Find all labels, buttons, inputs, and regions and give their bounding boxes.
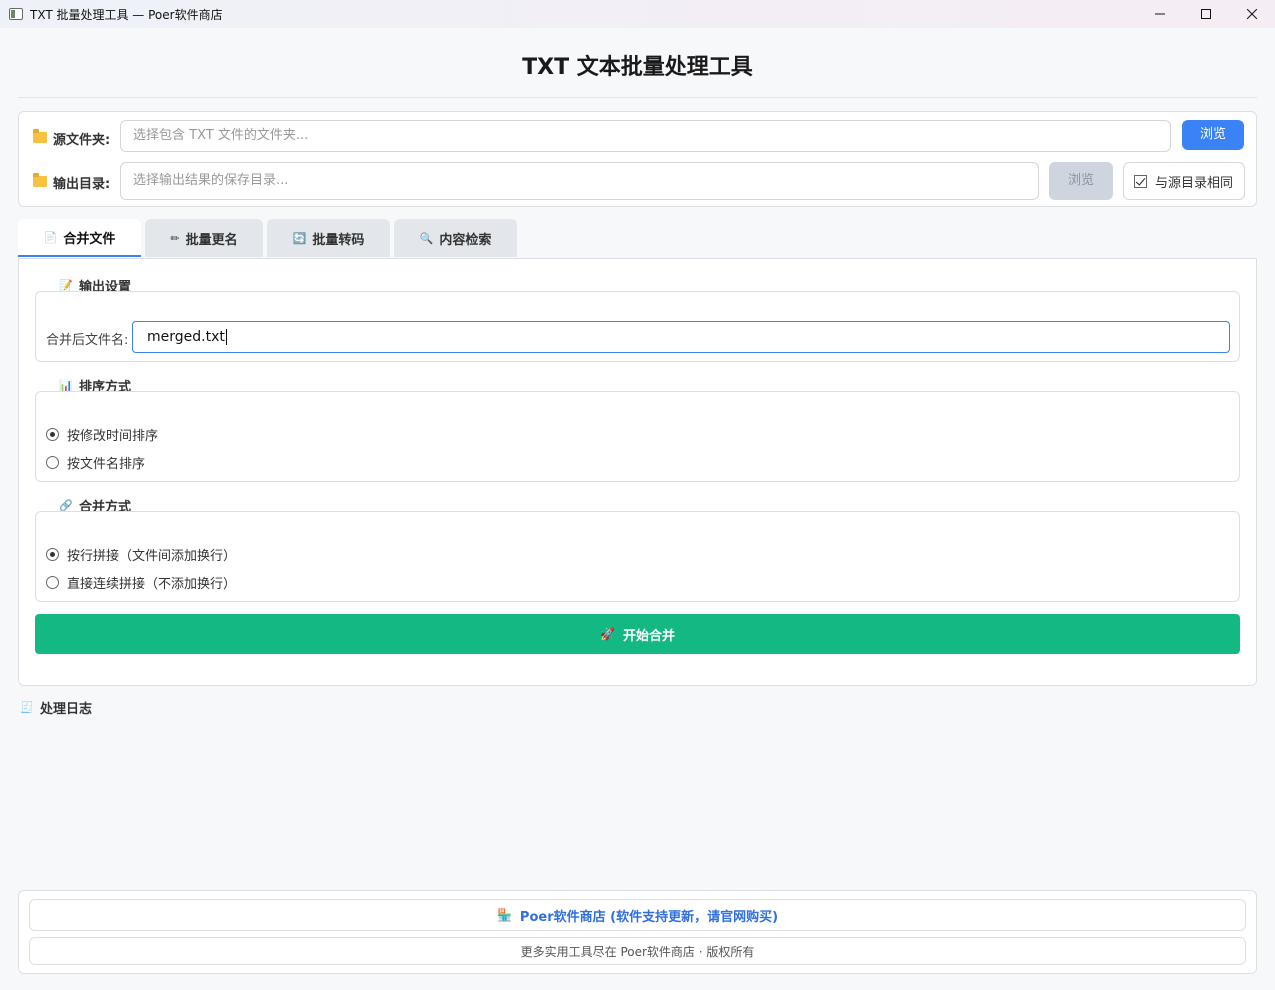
- radio-label: 按行拼接（文件间添加换行）: [67, 549, 237, 564]
- start-button-label: 开始合并: [622, 628, 675, 644]
- tab-label: 批量转码: [312, 232, 365, 248]
- app-icon: [9, 8, 23, 20]
- merge-panel: 📝 输出设置 合并后文件名: merged.txt 📊 排序方式 按修改时间排序…: [18, 258, 1257, 686]
- radio-unchecked-icon: [46, 456, 59, 469]
- magnifier-icon: 🔍: [419, 231, 434, 245]
- document-icon: 📄: [43, 230, 58, 244]
- same-dir-checkbox[interactable]: 与源目录相同: [1123, 162, 1245, 200]
- close-icon: [1247, 9, 1257, 19]
- source-browse-button[interactable]: 浏览: [1182, 120, 1244, 150]
- tab-label: 合并文件: [63, 231, 116, 247]
- maximize-icon: [1201, 9, 1211, 19]
- radio-label: 按文件名排序: [67, 457, 146, 472]
- output-browse-button[interactable]: 浏览: [1049, 162, 1113, 200]
- folder-icon: [33, 129, 47, 143]
- mode-direct-join-radio[interactable]: 直接连续拼接（不添加换行）: [46, 573, 236, 592]
- tab-label: 批量更名: [185, 232, 238, 248]
- tab-search[interactable]: 🔍 内容检索: [394, 219, 517, 257]
- folder-icon: [33, 173, 47, 187]
- refresh-icon: 🔄: [292, 231, 307, 245]
- sort-by-name-radio[interactable]: 按文件名排序: [46, 453, 145, 472]
- same-dir-label: 与源目录相同: [1155, 175, 1234, 191]
- tab-merge[interactable]: 📄 合并文件: [18, 219, 141, 257]
- minimize-icon: [1155, 13, 1165, 15]
- close-button[interactable]: [1229, 0, 1275, 28]
- log-title-text: 处理日志: [40, 702, 93, 717]
- tab-rename[interactable]: ✏ 批量更名: [145, 219, 263, 257]
- radio-checked-icon: [46, 548, 59, 561]
- path-panel: 源文件夹: 选择包含 TXT 文件的文件夹... 浏览 输出目录: 选择输出结果…: [18, 111, 1257, 207]
- filename-input[interactable]: merged.txt: [132, 321, 1230, 353]
- radio-label: 直接连续拼接（不添加换行）: [67, 577, 237, 592]
- output-folder-input[interactable]: 选择输出结果的保存目录...: [120, 162, 1039, 200]
- window-title: TXT 批量处理工具 — Poer软件商店: [30, 7, 223, 22]
- radio-unchecked-icon: [46, 576, 59, 589]
- mode-line-join-radio[interactable]: 按行拼接（文件间添加换行）: [46, 545, 236, 564]
- merge-mode-group: 按行拼接（文件间添加换行） 直接连续拼接（不添加换行）: [35, 511, 1240, 602]
- window-controls: [1137, 0, 1275, 28]
- start-merge-button[interactable]: 🚀 开始合并: [35, 614, 1240, 654]
- radio-label: 按修改时间排序: [67, 429, 159, 444]
- filename-value: merged.txt: [147, 329, 225, 345]
- log-icon: 🧾: [20, 701, 34, 714]
- maximize-button[interactable]: [1183, 0, 1229, 28]
- output-folder-row: 输出目录: 选择输出结果的保存目录... 浏览 与源目录相同: [19, 162, 1256, 200]
- store-link[interactable]: 🏪 Poer软件商店 (软件支持更新，请官网购买): [29, 899, 1246, 931]
- page-title: TXT 文本批量处理工具: [18, 52, 1257, 98]
- window-titlebar: TXT 批量处理工具 — Poer软件商店: [0, 0, 1275, 28]
- store-link-text: Poer软件商店 (软件支持更新，请官网购买): [519, 909, 779, 925]
- sort-group: 按修改时间排序 按文件名排序: [35, 391, 1240, 482]
- minimize-button[interactable]: [1137, 0, 1183, 28]
- copyright-text: 更多实用工具尽在 Poer软件商店 · 版权所有: [29, 937, 1246, 965]
- text-caret: [225, 329, 227, 345]
- log-title: 🧾 处理日志: [20, 698, 92, 717]
- checkbox-checked-icon: [1134, 174, 1147, 188]
- rocket-icon: 🚀: [600, 627, 615, 641]
- pencil-icon: ✏: [170, 231, 180, 245]
- store-icon: 🏪: [496, 908, 512, 922]
- tab-bar: 📄 合并文件 ✏ 批量更名 🔄 批量转码 🔍 内容检索: [18, 219, 521, 258]
- tab-label: 内容检索: [439, 232, 492, 248]
- footer: 🏪 Poer软件商店 (软件支持更新，请官网购买) 更多实用工具尽在 Poer软…: [18, 890, 1257, 974]
- filename-label: 合并后文件名:: [46, 333, 129, 348]
- sort-by-time-radio[interactable]: 按修改时间排序: [46, 425, 158, 444]
- output-settings-group: 合并后文件名: merged.txt: [35, 291, 1240, 362]
- output-folder-label: 输出目录:: [53, 177, 111, 192]
- source-folder-row: 源文件夹: 选择包含 TXT 文件的文件夹... 浏览: [19, 118, 1256, 156]
- source-folder-label: 源文件夹:: [53, 133, 111, 148]
- source-folder-input[interactable]: 选择包含 TXT 文件的文件夹...: [120, 120, 1171, 152]
- tab-transcode[interactable]: 🔄 批量转码: [267, 219, 390, 257]
- radio-checked-icon: [46, 428, 59, 441]
